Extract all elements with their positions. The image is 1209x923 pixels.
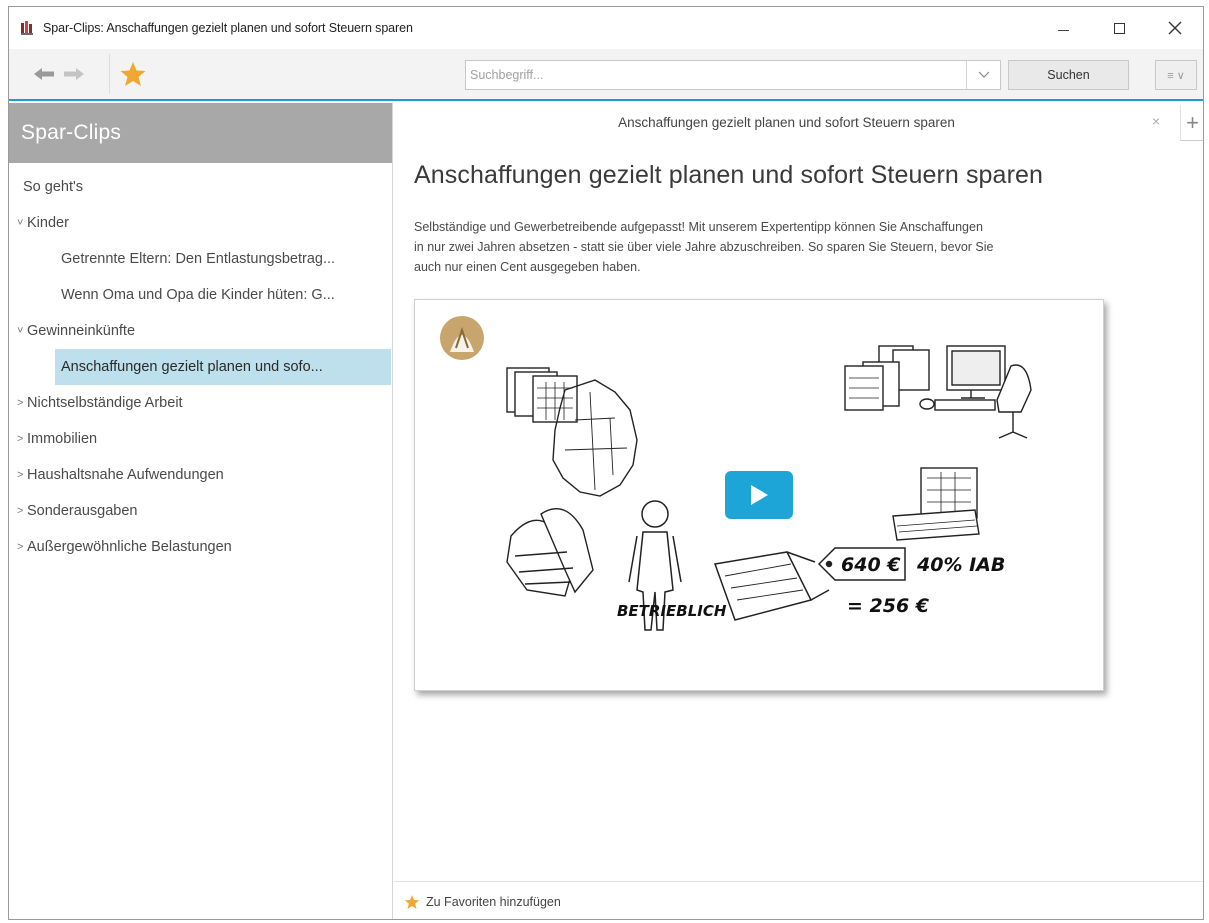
tree-item-label: Wenn Oma und Opa die Kinder hüten: G... [61,287,335,303]
chevron-right-icon[interactable]: > [9,505,27,517]
chevron-down-icon[interactable]: ˅ [9,325,27,337]
new-tab-button[interactable]: + [1180,105,1203,141]
tab-bar: Anschaffungen gezielt planen und sofort … [394,103,1203,143]
forward-button[interactable] [61,61,87,87]
federal-eagle-logo-icon [440,316,484,360]
tree-item-label: Sonderausgaben [27,503,138,519]
chevron-right-icon[interactable]: > [9,397,27,409]
tree-item-label: So geht's [23,179,84,195]
play-icon [751,485,768,505]
tree-item-so-gehts[interactable]: So geht's [9,169,392,205]
tree-item-oma-opa[interactable]: Wenn Oma und Opa die Kinder hüten: G... [9,277,392,313]
content-pane: Anschaffungen gezielt planen und sofort … [394,103,1203,919]
calendar-money-icon [892,467,980,541]
tree-item-sonderausgaben[interactable]: > Sonderausgaben [9,493,392,529]
video-player[interactable]: BETRIEBLICH 640 € 40% IAB = 256 € [414,299,1104,691]
chevron-right-icon[interactable]: > [9,541,27,553]
article-title: Anschaffungen gezielt planen und sofort … [414,161,1043,189]
chevron-down-icon [978,71,989,78]
maximize-icon [1113,22,1125,34]
calendar-stack-icon [506,367,578,423]
tree-item-aussergewoehnliche-belastungen[interactable]: > Außergewöhnliche Belastungen [9,529,392,565]
tree-item-immobilien[interactable]: > Immobilien [9,421,392,457]
favorites-button[interactable] [116,57,150,91]
search-input[interactable] [466,61,966,89]
window-title: Spar-Clips: Anschaffungen gezielt planen… [43,21,413,35]
menu-button[interactable]: ≡ ∨ [1155,60,1197,90]
chevron-right-icon[interactable]: > [9,433,27,445]
tree-item-anschaffungen[interactable]: Anschaffungen gezielt planen und sofo... [55,349,391,385]
tree-item-label: Haushaltsnahe Aufwendungen [27,467,224,483]
tree-item-label: Anschaffungen gezielt planen und sofo... [61,359,323,375]
price-label: 640 € [841,554,901,576]
result-label: = 256 € [847,595,930,617]
toolbar-divider [109,54,110,94]
star-icon [120,62,146,86]
search-button[interactable]: Suchen [1008,60,1129,90]
tree-item-label: Nichtselbständige Arbeit [27,395,183,411]
chevron-down-icon[interactable]: ˅ [9,217,27,229]
label-betrieblich: BETRIEBLICH [617,602,727,620]
tree-item-label: Gewinneinkünfte [27,323,136,339]
app-window: Spar-Clips: Anschaffungen gezielt planen… [8,6,1204,920]
star-icon[interactable] [404,894,420,910]
tab-active[interactable]: Anschaffungen gezielt planen und sofort … [394,115,1179,130]
article-intro: Selbständige und Gewerbetreibende aufgep… [414,217,1114,277]
search-box [465,60,1001,90]
tree-item-gewinneinkuenfte[interactable]: ˅ Gewinneinkünfte [9,313,392,349]
tree-item-nichtselbstaendige-arbeit[interactable]: > Nichtselbständige Arbeit [9,385,392,421]
toolbar: Suchen ≡ ∨ [9,49,1203,101]
arrow-right-icon [64,68,84,80]
tree-item-getrennte-eltern[interactable]: Getrennte Eltern: Den Entlastungsbetrag.… [9,241,392,277]
tree-item-label: Kinder [27,215,69,231]
title-bar: Spar-Clips: Anschaffungen gezielt planen… [9,7,1203,49]
article-line: Selbständige und Gewerbetreibende aufgep… [414,220,983,234]
calendar-stack-icon [844,345,930,411]
minimize-button[interactable] [1035,7,1091,49]
article-line: in nur zwei Jahren absetzen - statt sie … [414,240,994,254]
nav-tree: So geht's ˅ Kinder Getrennte Eltern: Den … [9,163,392,565]
play-button[interactable] [725,471,793,519]
article-line: auch nur einen Cent ausgegeben haben. [414,260,641,274]
close-icon [1168,21,1182,35]
tree-item-label: Außergewöhnliche Belastungen [27,539,232,555]
tree-item-label: Immobilien [27,431,98,447]
tab-close-icon[interactable]: × [1152,113,1160,129]
minimize-icon [1057,29,1069,31]
work-gloves-icon [506,508,594,597]
close-window-button[interactable] [1147,7,1203,49]
computer-desk-icon [919,345,1032,439]
chevron-right-icon[interactable]: > [9,469,27,481]
search-history-dropdown[interactable] [966,61,1000,89]
sidebar-header: Spar-Clips [9,103,392,163]
content-footer: Zu Favoriten hinzufügen [394,881,1203,919]
menu-icon: ≡ ∨ [1167,69,1185,82]
tree-item-haushaltsnahe-aufwendungen[interactable]: > Haushaltsnahe Aufwendungen [9,457,392,493]
printer-icon [713,551,830,621]
arrow-left-icon [34,68,54,80]
tree-item-kinder[interactable]: ˅ Kinder [9,205,392,241]
maximize-button[interactable] [1091,7,1147,49]
tree-item-label: Getrennte Eltern: Den Entlastungsbetrag.… [61,251,336,267]
sidebar: Spar-Clips So geht's ˅ Kinder Getrennte E… [9,103,393,919]
back-button[interactable] [31,61,57,87]
add-to-favorites-link[interactable]: Zu Favoriten hinzufügen [426,895,561,909]
app-logo-icon [21,21,35,35]
iab-label: 40% IAB [916,554,1005,576]
